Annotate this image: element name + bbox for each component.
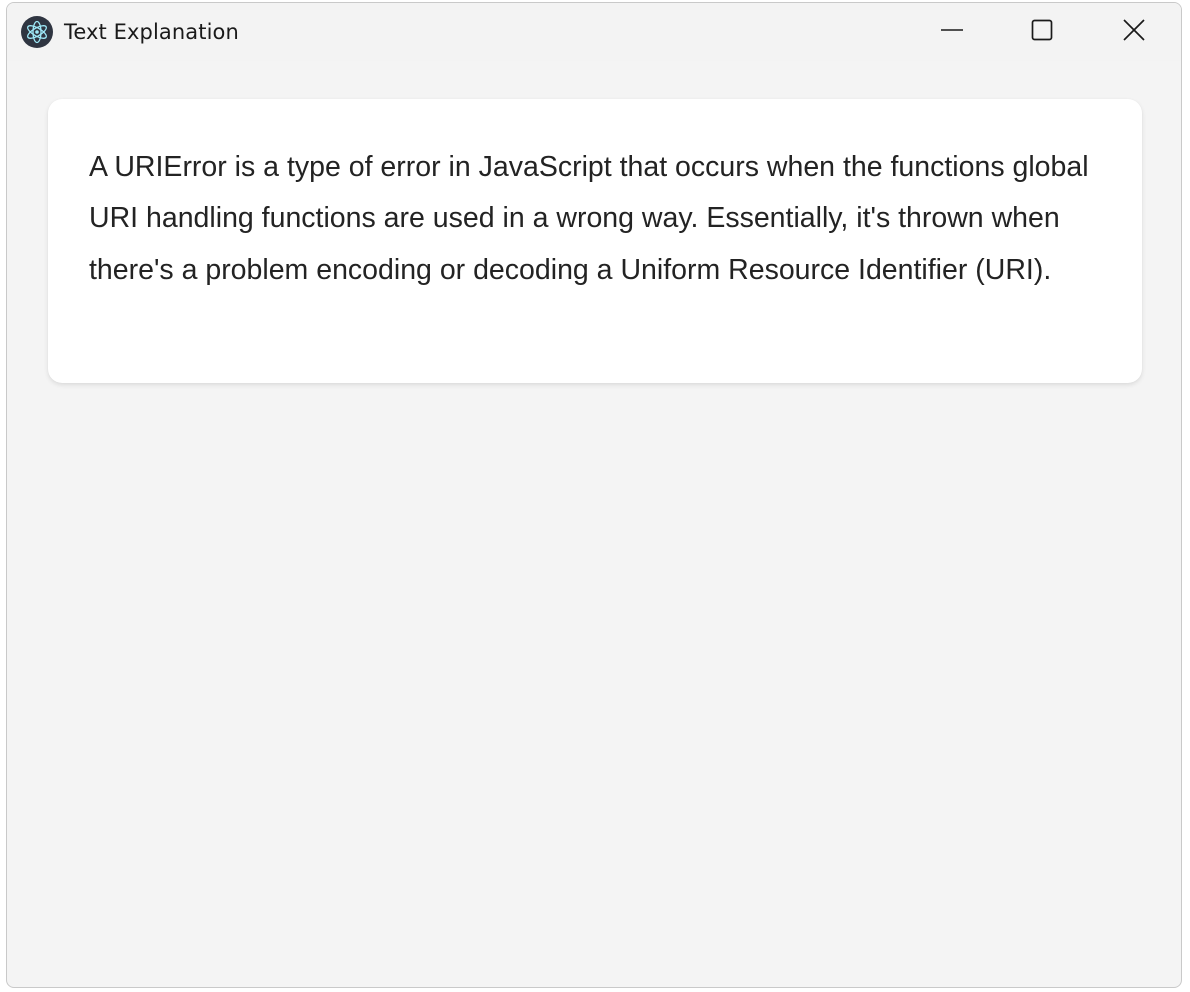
close-icon — [1122, 18, 1146, 47]
window-title: Text Explanation — [64, 20, 239, 44]
maximize-icon — [1030, 18, 1054, 47]
title-bar[interactable]: Text Explanation — [7, 3, 1181, 61]
maximize-button[interactable] — [997, 3, 1087, 61]
explanation-card: A URIError is a type of error in JavaScr… — [48, 99, 1142, 383]
explanation-text: A URIError is a type of error in JavaScr… — [89, 151, 1089, 286]
minimize-button[interactable] — [907, 3, 997, 61]
electron-atom-icon — [21, 16, 53, 48]
close-button[interactable] — [1089, 3, 1179, 61]
app-window: Text Explanation A URIError is a type of… — [6, 2, 1182, 988]
minimize-icon — [940, 18, 964, 47]
